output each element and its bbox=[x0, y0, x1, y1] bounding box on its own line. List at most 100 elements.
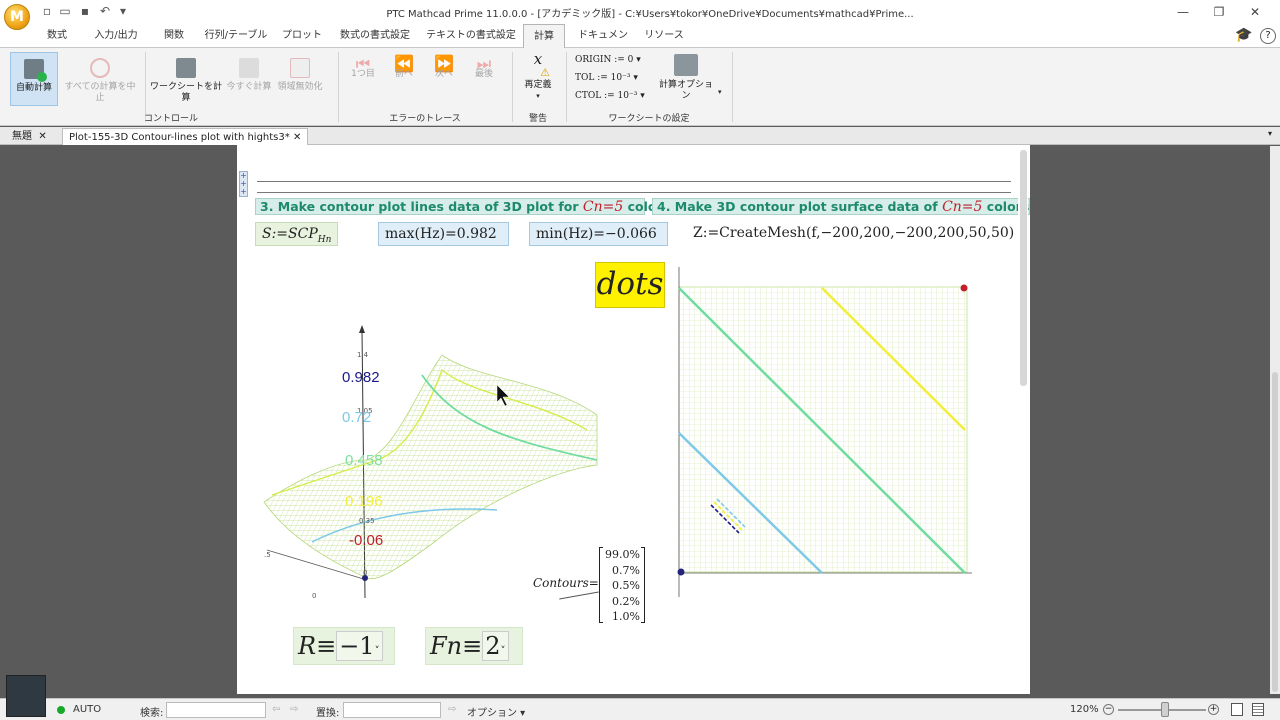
calc-options-dropdown-icon[interactable]: ▾ bbox=[718, 88, 722, 96]
calc-mode-status[interactable]: AUTO bbox=[73, 704, 101, 715]
region-expand-handle[interactable]: + + + bbox=[239, 171, 248, 197]
fn-definition[interactable]: Fn≡ 2˅ bbox=[425, 627, 523, 665]
last-icon: ⏭ bbox=[476, 54, 492, 73]
tab-matrix-table[interactable]: 行列/テーブル bbox=[204, 24, 268, 48]
worksheet-calc-icon bbox=[176, 58, 196, 78]
chevron-down-icon: ˅ bbox=[500, 646, 506, 657]
restore-icon[interactable]: ❐ bbox=[1206, 3, 1232, 21]
redefine-dropdown-icon: ▾ bbox=[536, 92, 540, 100]
search-options-button[interactable]: オプション ▾ bbox=[467, 704, 525, 719]
menu-bar: 数式 入力/出力 関数 行列/テーブル プロット 数式の書式設定 テキストの書式… bbox=[0, 24, 1280, 65]
contours-matrix[interactable]: 99.0% 0.7% 0.5% 0.2% 1.0% bbox=[599, 547, 645, 623]
ribbon-separator bbox=[338, 52, 339, 122]
tab-text-format[interactable]: テキストの書式設定 bbox=[426, 24, 516, 48]
tab-io[interactable]: 入力/出力 bbox=[88, 24, 144, 48]
calc-options-button[interactable]: 計算オプション bbox=[656, 54, 716, 102]
tab-plot[interactable]: プロット bbox=[280, 24, 324, 48]
contours-matrix-cell: 0.5% bbox=[612, 579, 640, 592]
zoom-in-icon[interactable]: + bbox=[1208, 704, 1219, 715]
calc-worksheet-button[interactable]: ワークシートを計算 bbox=[150, 58, 222, 106]
qat-dropdown-icon[interactable]: ▾ bbox=[116, 4, 130, 18]
next-error-button[interactable]: ⏩ 次へ bbox=[428, 56, 460, 106]
dots-label[interactable]: dots bbox=[595, 262, 665, 308]
minimize-icon[interactable]: — bbox=[1170, 3, 1196, 21]
x-tick-label: .5 bbox=[264, 551, 271, 559]
doc-tab-untitled[interactable]: 無題 ✕ bbox=[6, 128, 53, 145]
r-value-dropdown[interactable]: −1˅ bbox=[336, 631, 383, 661]
search-next-icon[interactable]: ⇨ bbox=[290, 704, 298, 715]
mathcad-logo-icon[interactable]: M bbox=[4, 4, 30, 30]
new-file-icon[interactable]: ▫ bbox=[40, 4, 54, 18]
save-icon[interactable]: ▪ bbox=[78, 4, 92, 18]
z-createmesh-definition[interactable]: Z:=CreateMesh(f,−200,200,−200,200,50,50) bbox=[687, 222, 1030, 246]
zoom-out-icon[interactable]: − bbox=[1103, 704, 1114, 715]
close-icon[interactable]: ✕ bbox=[38, 131, 46, 142]
worksheet-page[interactable]: 200 +++ 3. Make contour plot lines data … bbox=[237, 145, 1030, 694]
search-input[interactable] bbox=[166, 702, 266, 718]
contours-label[interactable]: Contours= bbox=[533, 576, 599, 590]
min-point-marker bbox=[677, 568, 685, 576]
first-label: 1つ目 bbox=[351, 69, 375, 79]
tab-document[interactable]: ドキュメント bbox=[576, 24, 630, 65]
replace-input[interactable] bbox=[343, 702, 441, 718]
s-definition[interactable]: S:=SCPHn bbox=[255, 222, 339, 246]
first-error-button[interactable]: ⏮ 1つ目 bbox=[348, 56, 378, 106]
doc-tab-label: Plot-155-3D Contour-lines plot with high… bbox=[69, 132, 290, 143]
disable-region-button[interactable]: 領域無効化 bbox=[274, 58, 326, 106]
max-hz-eval[interactable]: max(Hz)=0.982 bbox=[378, 222, 509, 246]
close-icon[interactable]: ✕ bbox=[1242, 3, 1268, 21]
ribbon-separator bbox=[732, 52, 733, 122]
prev-error-button[interactable]: ⏪ 前へ bbox=[388, 54, 420, 106]
document-tabs: 無題 ✕ Plot-155-3D Contour-lines plot with… bbox=[0, 127, 1280, 145]
ctol-dropdown-icon: ▾ bbox=[640, 91, 645, 101]
calc-now-icon bbox=[239, 58, 259, 78]
header-text: 4. Make 3D contour plot surface data of bbox=[657, 199, 943, 214]
plot-3d-surface[interactable]: 1.4 1.05 0.35 0 .5 0 0.9820.720.4580.196… bbox=[257, 320, 602, 605]
close-icon[interactable]: ✕ bbox=[293, 132, 301, 143]
tol-setting[interactable]: TOL := 10⁻³ ▾ bbox=[575, 73, 638, 83]
search-prev-icon[interactable]: ⇦ bbox=[272, 704, 280, 715]
help-icon[interactable]: ? bbox=[1260, 28, 1276, 44]
draft-view-icon[interactable] bbox=[1252, 703, 1264, 716]
last-error-button[interactable]: ⏭ 最後 bbox=[468, 54, 500, 106]
section-header-4[interactable]: 4. Make 3D contour plot surface data of … bbox=[652, 198, 1030, 215]
auto-calc-button[interactable]: 自動計算 bbox=[10, 52, 58, 106]
max-point-marker bbox=[960, 284, 968, 292]
page-view-icon[interactable] bbox=[1231, 703, 1243, 716]
doc-tab-plot155[interactable]: Plot-155-3D Contour-lines plot with high… bbox=[62, 128, 309, 145]
prev-icon: ⏪ bbox=[394, 54, 414, 73]
next-label: 次へ bbox=[434, 69, 453, 79]
fn-value: 2 bbox=[485, 632, 501, 660]
contour-value-label: 0.982 bbox=[342, 369, 380, 386]
tab-resources[interactable]: リソース bbox=[640, 24, 688, 48]
disable-region-label: 領域無効化 bbox=[277, 82, 323, 92]
fn-value-dropdown[interactable]: 2˅ bbox=[482, 631, 509, 661]
page-vertical-scroll-thumb[interactable] bbox=[1020, 150, 1027, 386]
calc-now-button[interactable]: 今すぐ計算 bbox=[226, 58, 272, 106]
plot-contour-dots[interactable] bbox=[667, 265, 982, 600]
open-folder-icon[interactable]: ▭ bbox=[58, 4, 72, 18]
replace-go-icon[interactable]: ⇨ bbox=[448, 704, 456, 715]
x-tick-label: 0 bbox=[312, 592, 316, 600]
group-label-warning: 警告 bbox=[528, 114, 547, 124]
replace-label: 置換: bbox=[316, 708, 340, 719]
tab-math-format[interactable]: 数式の書式設定 bbox=[336, 24, 414, 48]
redefine-button[interactable]: x ⚠ 再定義 ▾ bbox=[518, 52, 558, 106]
section-header-3[interactable]: 3. Make contour plot lines data of 3D pl… bbox=[255, 198, 675, 215]
tab-list-dropdown-icon[interactable]: ▾ bbox=[1268, 129, 1272, 138]
tab-calculation[interactable]: 計算 bbox=[523, 24, 565, 49]
ctol-setting[interactable]: CTOL := 10⁻³ ▾ bbox=[575, 91, 645, 101]
tab-functions[interactable]: 関数 bbox=[156, 24, 192, 48]
undo-icon[interactable]: ↶ bbox=[98, 4, 112, 18]
ribbon-separator bbox=[566, 52, 567, 122]
min-hz-eval[interactable]: min(Hz)=−0.066 bbox=[529, 222, 668, 246]
learning-connector-icon[interactable]: 🎓 bbox=[1234, 27, 1254, 45]
origin-setting[interactable]: ORIGIN := 0 ▾ bbox=[575, 55, 641, 65]
tab-formula[interactable]: 数式 bbox=[38, 24, 76, 48]
stop-all-calc-button[interactable]: すべての計算を中止 bbox=[62, 58, 138, 106]
zoom-slider-thumb[interactable] bbox=[1161, 702, 1169, 717]
r-definition[interactable]: R≡ −1˅ bbox=[293, 627, 395, 665]
window-scrollbar-thumb[interactable] bbox=[1272, 372, 1278, 692]
zoom-level[interactable]: 120% bbox=[1070, 704, 1099, 715]
ribbon-separator bbox=[512, 52, 513, 122]
